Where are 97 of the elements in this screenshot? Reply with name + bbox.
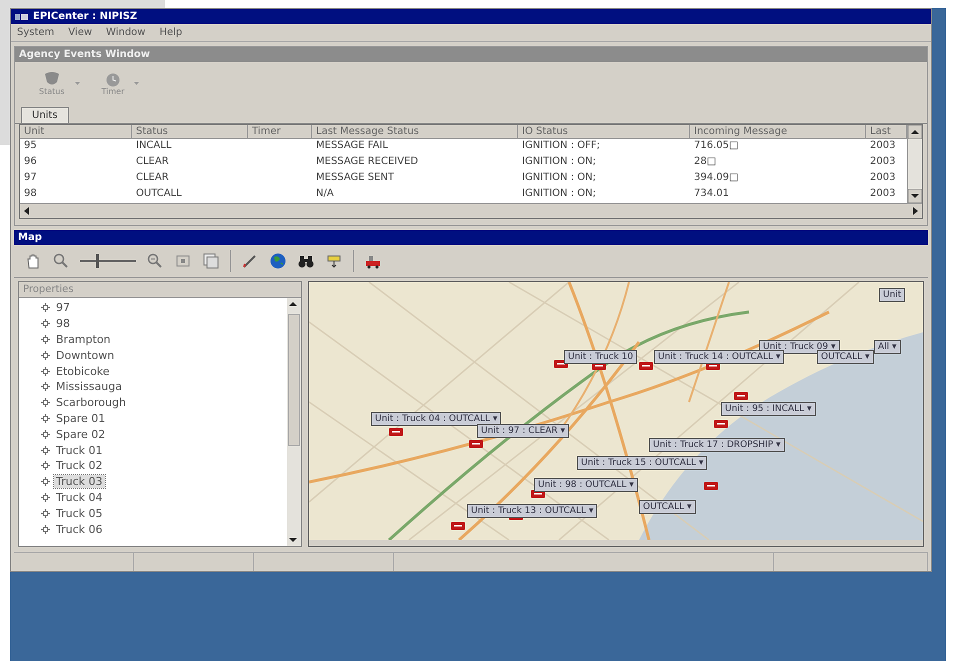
column-header[interactable]: Unit xyxy=(20,125,132,139)
stopwatch-icon xyxy=(104,70,122,86)
tree-item[interactable]: Truck 01 xyxy=(54,444,105,457)
app-icon xyxy=(15,12,29,20)
table-cell-text: 716.05□ xyxy=(693,139,740,153)
tree-item[interactable]: Truck 04 xyxy=(54,490,105,504)
expand-icon[interactable] xyxy=(41,430,50,439)
table-cell-text: IGNITION : OFF; xyxy=(521,139,602,153)
unit-label[interactable]: Unit : Truck 13 : OUTCALL ▾ xyxy=(467,504,598,518)
unit-label[interactable]: Unit : Truck 17 : DROPSHIP ▾ xyxy=(649,438,785,452)
expand-icon[interactable] xyxy=(41,398,50,408)
vertical-scrollbar[interactable] xyxy=(907,125,922,203)
panel-title: Agency Events Window xyxy=(19,49,150,60)
table-cell-text: INCALL xyxy=(135,139,172,153)
expand-icon[interactable] xyxy=(41,350,50,360)
column-header[interactable]: Incoming Message xyxy=(690,125,866,139)
expand-icon[interactable] xyxy=(41,414,50,423)
table-cell-text: CLEAR xyxy=(135,155,170,169)
table-cell-text: 2003 xyxy=(869,139,896,153)
expand-icon[interactable] xyxy=(41,382,50,392)
expand-icon[interactable] xyxy=(41,319,50,328)
unit-label[interactable]: Unit : Truck 04 : OUTCALL ▾ xyxy=(371,412,502,426)
menu-item[interactable]: System xyxy=(17,27,54,38)
unit-label[interactable]: Unit : 98 : OUTCALL ▾ xyxy=(534,478,638,492)
table-cell-text: 2003 xyxy=(869,155,896,169)
scroll-left-icon[interactable] xyxy=(22,206,32,216)
unit-label[interactable]: OUTCALL ▾ xyxy=(817,350,874,364)
tree-item[interactable]: Brampton xyxy=(54,332,113,346)
tree-item[interactable]: Truck 02 xyxy=(54,459,105,472)
pages-icon[interactable] xyxy=(202,252,220,270)
scroll-up-icon[interactable] xyxy=(908,125,922,139)
tree-item[interactable]: Scarborough xyxy=(54,396,128,410)
unit-label[interactable]: Unit : 95 : INCALL ▾ xyxy=(721,402,816,416)
menu-item[interactable]: View xyxy=(68,27,92,38)
expand-icon[interactable] xyxy=(41,303,50,312)
globe-icon[interactable] xyxy=(269,252,287,270)
zoom-in-icon[interactable] xyxy=(52,252,70,270)
expand-icon[interactable] xyxy=(41,334,50,344)
expand-icon[interactable] xyxy=(41,524,50,534)
table-cell-text: 394.09□ xyxy=(693,171,740,185)
table-cell-text: MESSAGE RECEIVED xyxy=(315,155,420,169)
unit-label[interactable]: All ▾ xyxy=(874,340,901,354)
tree-item[interactable]: Truck 06 xyxy=(54,522,105,536)
expand-icon[interactable] xyxy=(41,461,50,470)
tree-item[interactable]: 97 xyxy=(54,301,72,314)
column-header[interactable]: Timer xyxy=(248,125,312,139)
column-header[interactable]: Status xyxy=(132,125,248,139)
scroll-down-icon[interactable] xyxy=(908,189,922,203)
unit-label[interactable]: Unit xyxy=(879,288,906,302)
table-cell-text: MESSAGE SENT xyxy=(315,171,395,185)
expand-icon[interactable] xyxy=(41,492,50,502)
tree-item[interactable]: 98 xyxy=(54,317,72,330)
tree-item[interactable]: Spare 02 xyxy=(54,428,108,441)
zoom-slider[interactable] xyxy=(80,254,136,268)
expand-icon[interactable] xyxy=(41,508,50,518)
table-cell-text: 2003 xyxy=(869,171,896,185)
menu-item[interactable]: Help xyxy=(159,27,182,38)
unit-label[interactable]: Unit : Truck 10 xyxy=(564,350,638,364)
tree-item[interactable]: Truck 05 xyxy=(54,506,105,520)
panel-title: Map xyxy=(18,232,42,243)
shield-icon xyxy=(42,70,61,86)
table-cell-text: IGNITION : ON; xyxy=(521,171,597,185)
table-cell-text: MESSAGE FAIL xyxy=(315,139,389,153)
tree-item[interactable]: Mississauga xyxy=(54,380,124,394)
column-header[interactable]: IO Status xyxy=(518,125,690,139)
tree-item[interactable]: Spare 01 xyxy=(54,412,108,425)
table-cell-text: 734.01 xyxy=(693,187,730,201)
table-cell-text: 98 xyxy=(23,187,38,201)
column-header[interactable]: Last Message Status xyxy=(312,125,518,139)
expand-icon[interactable] xyxy=(41,477,50,486)
table-cell-text: OUTCALL xyxy=(135,187,183,201)
table-cell-text: 2003 xyxy=(869,187,896,201)
window-title: EPICenter : NIPISZ xyxy=(33,11,138,22)
slider-thumb[interactable] xyxy=(96,254,99,268)
unit-label[interactable]: Unit : Truck 15 : OUTCALL ▾ xyxy=(577,456,708,470)
table-cell-text: 28□ xyxy=(693,155,718,169)
table-cell-text: 96 xyxy=(23,155,38,169)
table-cell-text: 95 xyxy=(23,139,38,153)
table-cell-text: N/A xyxy=(315,187,335,201)
zoom-out-icon[interactable] xyxy=(146,252,164,270)
table-cell-text: CLEAR xyxy=(135,171,170,185)
expand-icon[interactable] xyxy=(41,366,50,376)
expand-icon[interactable] xyxy=(41,446,50,455)
tab[interactable]: Units xyxy=(21,107,69,123)
unit-label[interactable]: Unit : 97 : CLEAR ▾ xyxy=(477,424,570,438)
unit-label[interactable]: OUTCALL ▾ xyxy=(639,500,696,514)
scrollbar-thumb[interactable] xyxy=(288,314,300,446)
tree-item[interactable]: Etobicoke xyxy=(54,364,112,378)
tree-header: Properties xyxy=(23,284,74,295)
unit-label[interactable]: Unit : Truck 14 : OUTCALL ▾ xyxy=(654,350,784,364)
table-cell-text: IGNITION : ON; xyxy=(521,155,597,169)
tree-item[interactable]: Truck 03 xyxy=(54,475,105,488)
tree-item[interactable]: Downtown xyxy=(54,348,116,362)
scroll-right-icon[interactable] xyxy=(910,206,920,216)
table-cell-text: IGNITION : ON; xyxy=(521,187,597,201)
table-cell-text: 97 xyxy=(23,171,38,185)
menu-item[interactable]: Window xyxy=(106,27,146,38)
